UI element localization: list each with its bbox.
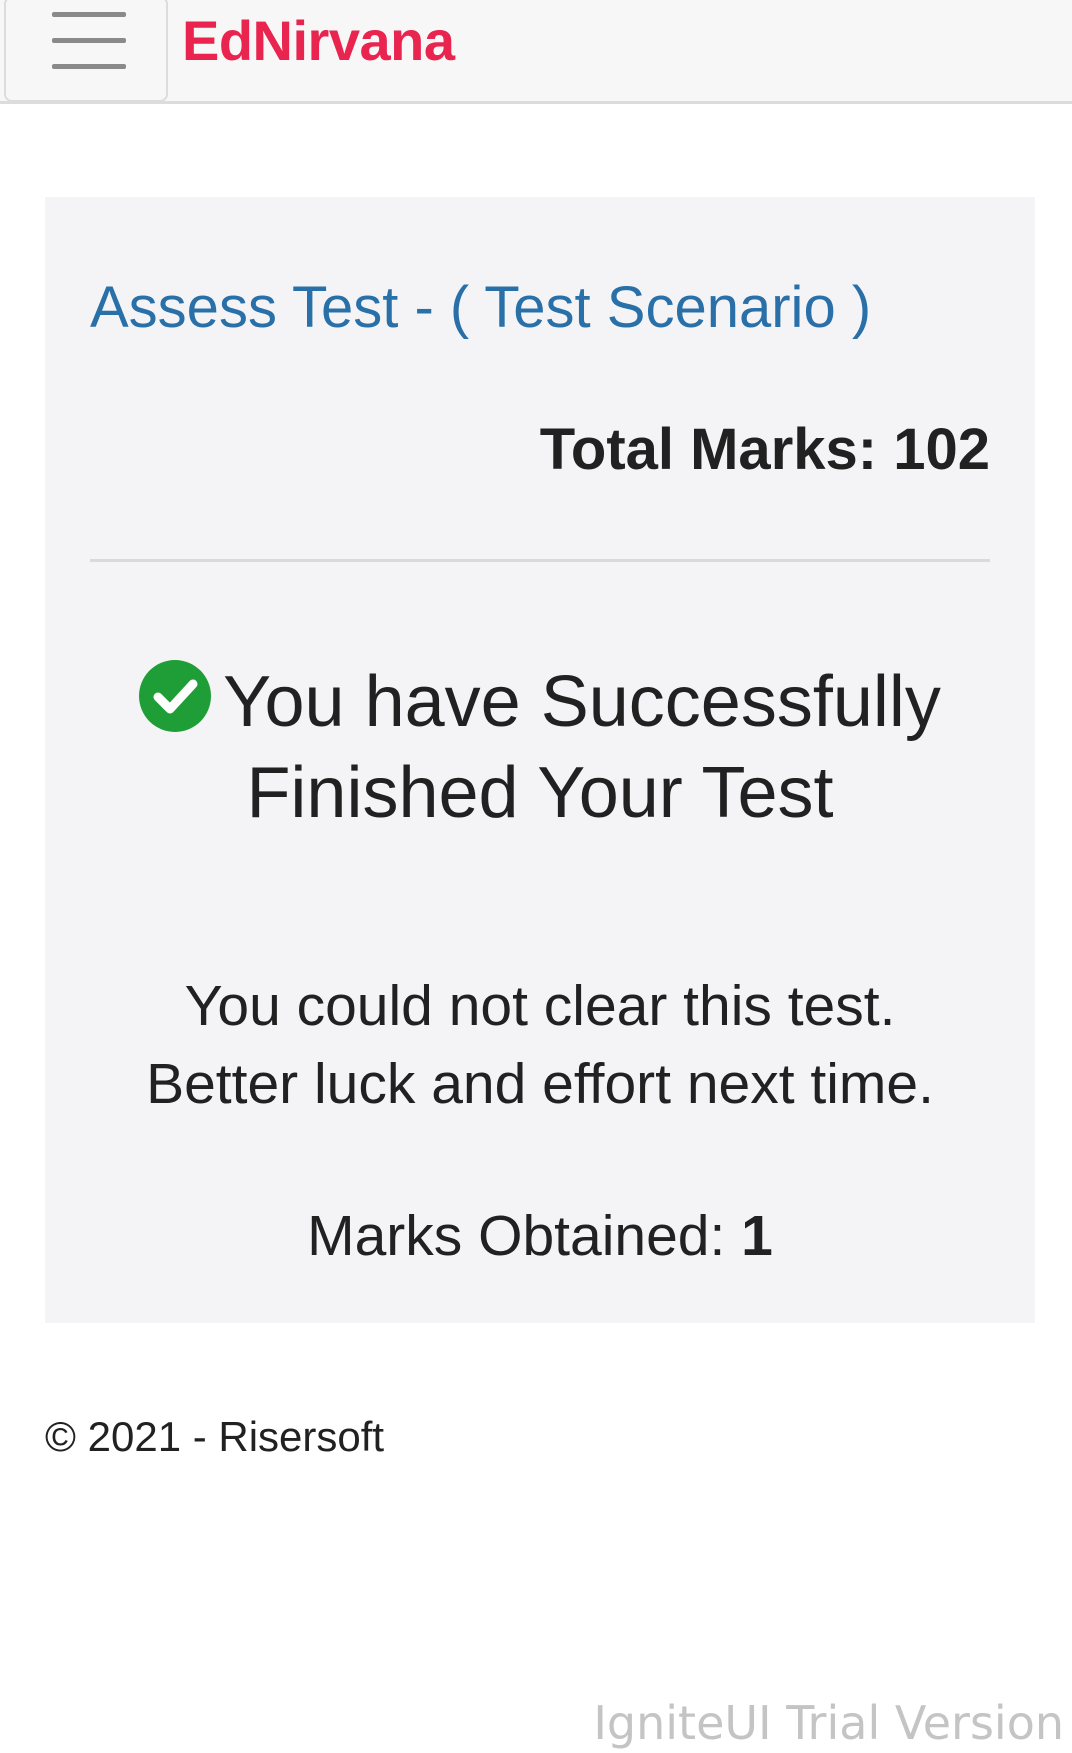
- marks-obtained: Marks Obtained: 1: [85, 1201, 995, 1271]
- divider: [90, 559, 990, 562]
- footer-copyright: © 2021 - Risersoft: [45, 1413, 385, 1460]
- menu-toggle-button[interactable]: [4, 0, 168, 102]
- success-line-2: Finished Your Test: [246, 753, 834, 833]
- top-navbar: EdNirvana: [0, 0, 1072, 104]
- test-title: Assess Test - ( Test Scenario ): [90, 275, 872, 340]
- total-marks-value: 102: [893, 417, 990, 482]
- fail-line-2: Better luck and effort next time.: [146, 1052, 934, 1116]
- result-panel: Assess Test - ( Test Scenario ) Total Ma…: [45, 197, 1035, 1323]
- marks-obtained-label: Marks Obtained:: [307, 1204, 726, 1268]
- total-marks-label: Total Marks:: [539, 417, 878, 482]
- fail-line-1: You could not clear this test.: [184, 974, 896, 1038]
- marks-obtained-value: 1: [741, 1204, 773, 1268]
- total-marks: Total Marks: 102: [540, 415, 990, 485]
- success-message: You have Successfully Finished Your Test: [85, 657, 995, 839]
- check-circle-icon: [139, 660, 212, 732]
- brand-link[interactable]: EdNirvana: [182, 6, 455, 76]
- success-line-1: You have Successfully: [223, 662, 941, 742]
- fail-message: You could not clear this test. Better lu…: [85, 967, 995, 1123]
- trial-watermark: IgniteUI Trial Version: [593, 1696, 1064, 1750]
